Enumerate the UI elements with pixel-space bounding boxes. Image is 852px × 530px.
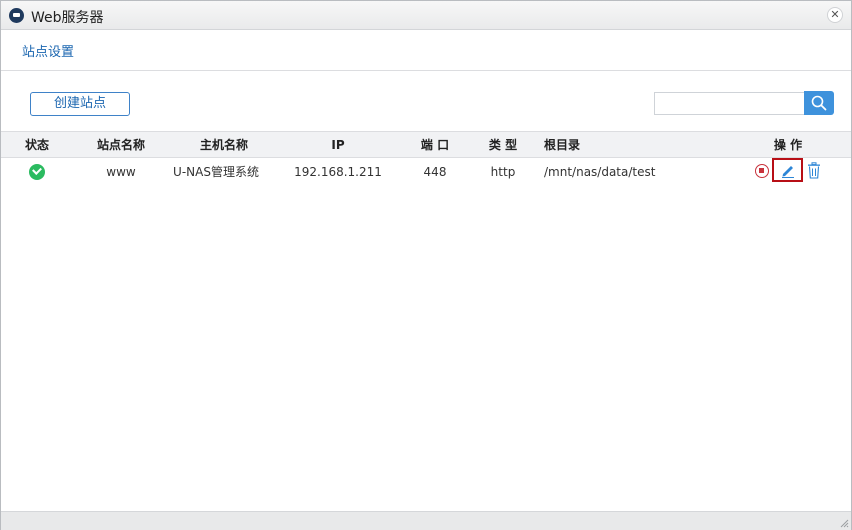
trash-icon[interactable] — [807, 162, 821, 179]
type-cell: http — [490, 164, 516, 179]
window-title: Web服务器 — [31, 10, 104, 26]
header-host-name[interactable]: 主机名称 — [181, 132, 267, 157]
pencil-glyph — [782, 166, 794, 178]
tab-divider — [1, 70, 851, 71]
tab-site-settings[interactable]: 站点设置 — [22, 41, 74, 60]
site-name-cell: www — [106, 164, 136, 179]
app-icon — [9, 8, 24, 23]
table-header: 状态 站点名称 主机名称 IP 端 口 类 型 根目录 操 作 — [1, 131, 851, 158]
table-row[interactable]: www U-NAS管理系统 192.168.1.211 448 http /mn… — [1, 158, 851, 185]
host-name-cell: U-NAS管理系统 — [173, 165, 259, 179]
root-dir-cell: /mnt/nas/data/test — [544, 164, 656, 179]
create-site-button[interactable]: 创建站点 — [30, 92, 130, 116]
status-bar — [1, 511, 851, 530]
header-port[interactable]: 端 口 — [411, 132, 459, 157]
header-type[interactable]: 类 型 — [479, 132, 527, 157]
resize-grip-icon[interactable] — [839, 518, 849, 528]
edit-pencil-icon[interactable] — [772, 158, 803, 182]
web-server-window: Web服务器 ✕ 站点设置 创建站点 状态 站点名称 主机名称 IP 端 口 类… — [0, 0, 852, 530]
search-button[interactable] — [804, 91, 834, 115]
close-icon[interactable]: ✕ — [827, 7, 843, 23]
status-cell — [15, 158, 59, 185]
title-bar[interactable]: Web服务器 ✕ — [1, 1, 851, 30]
header-root-dir[interactable]: 根目录 — [544, 132, 624, 157]
port-cell: 448 — [423, 164, 447, 179]
header-actions: 操 作 — [773, 138, 803, 152]
ip-cell: 192.168.1.211 — [294, 164, 382, 179]
search-input[interactable] — [654, 92, 805, 115]
stop-icon[interactable] — [755, 164, 769, 178]
header-status[interactable]: 状态 — [15, 132, 59, 157]
search-icon — [811, 95, 827, 111]
check-circle-icon — [29, 163, 45, 180]
header-site-name[interactable]: 站点名称 — [91, 132, 151, 157]
header-ip[interactable]: IP — [297, 132, 379, 157]
